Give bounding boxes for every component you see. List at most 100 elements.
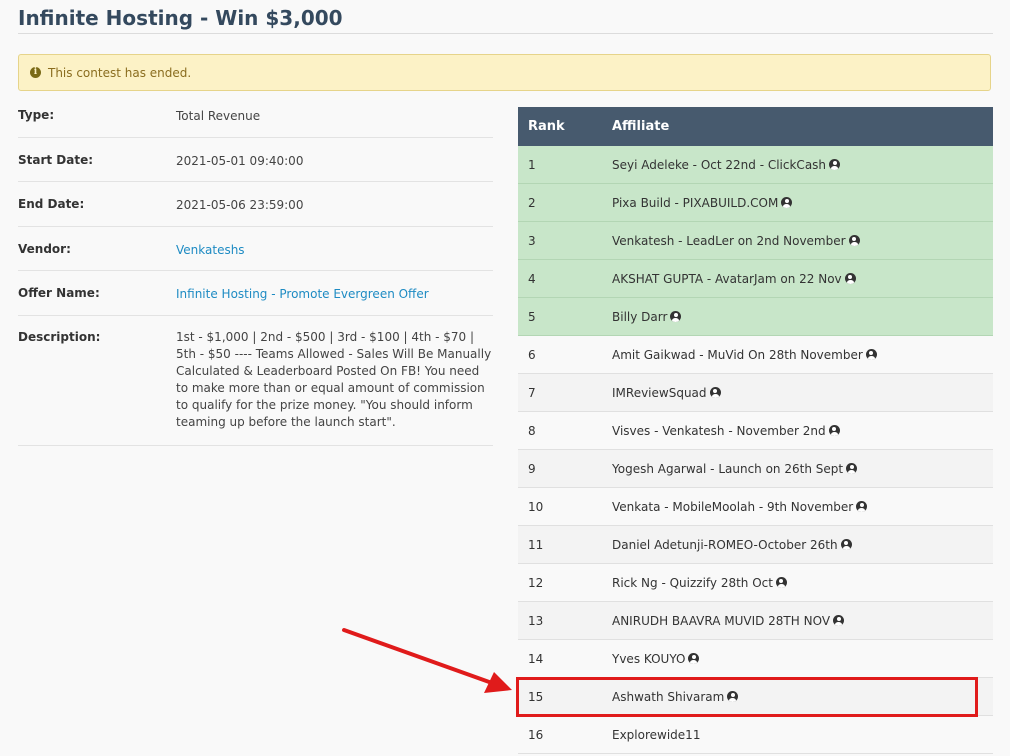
vendor-link[interactable]: Venkateshs bbox=[176, 243, 245, 257]
rank-cell: 7 bbox=[518, 373, 612, 412]
rank-cell: 16 bbox=[518, 715, 612, 754]
affiliate-name: Billy Darr bbox=[612, 309, 668, 324]
user-icon[interactable] bbox=[829, 158, 841, 170]
table-row: 4 AKSHAT GUPTA - AvatarJam on 22 Nov bbox=[518, 259, 993, 298]
user-icon[interactable] bbox=[865, 348, 877, 360]
affiliate-name: Visves - Venkatesh - November 2nd bbox=[612, 423, 826, 438]
user-icon[interactable] bbox=[846, 462, 858, 474]
affiliate-name: Pixa Build - PIXABUILD.COM bbox=[612, 195, 779, 210]
user-icon[interactable] bbox=[833, 614, 845, 626]
detail-value: Infinite Hosting - Promote Evergreen Off… bbox=[176, 271, 493, 315]
user-icon[interactable] bbox=[856, 500, 868, 512]
detail-label: End Date: bbox=[18, 197, 85, 211]
table-row: 2 Pixa Build - PIXABUILD.COM bbox=[518, 183, 993, 222]
table-row: 11 Daniel Adetunji-ROMEO-October 26th bbox=[518, 525, 993, 564]
rank-cell: 8 bbox=[518, 411, 612, 450]
detail-label: Type: bbox=[18, 108, 55, 122]
table-row: 16 Explorewide11 bbox=[518, 715, 993, 754]
detail-start-date: Start Date: 2021-05-01 09:40:00 bbox=[18, 138, 493, 182]
contest-details: Type: Total Revenue Start Date: 2021-05-… bbox=[18, 93, 493, 446]
affiliate-cell: Seyi Adeleke - Oct 22nd - ClickCash bbox=[612, 146, 993, 184]
affiliate-name: Daniel Adetunji-ROMEO-October 26th bbox=[612, 537, 838, 552]
table-row: 12 Rick Ng - Quizzify 28th Oct bbox=[518, 563, 993, 602]
detail-vendor: Vendor: Venkateshs bbox=[18, 227, 493, 271]
leaderboard-table: Rank Affiliate 1 Seyi Adeleke - Oct 22nd … bbox=[518, 107, 993, 754]
affiliate-name: Amit Gaikwad - MuVid On 28th November bbox=[612, 347, 863, 362]
affiliate-cell: Daniel Adetunji-ROMEO-October 26th bbox=[612, 525, 993, 564]
affiliate-name: Venkata - MobileMoolah - 9th November bbox=[612, 499, 854, 514]
table-row: 10 Venkata - MobileMoolah - 9th November bbox=[518, 487, 993, 526]
table-row: 14 Yves KOUYO bbox=[518, 639, 993, 678]
alert-text: This contest has ended. bbox=[48, 65, 192, 80]
rank-cell: 4 bbox=[518, 259, 612, 298]
affiliate-cell: Visves - Venkatesh - November 2nd bbox=[612, 411, 993, 450]
leaderboard-body: 1 Seyi Adeleke - Oct 22nd - ClickCash 2 Pix… bbox=[518, 146, 993, 754]
user-icon[interactable] bbox=[709, 386, 721, 398]
rank-cell: 10 bbox=[518, 487, 612, 526]
user-icon[interactable] bbox=[781, 196, 793, 208]
affiliate-cell: IMReviewSquad bbox=[612, 373, 993, 412]
detail-value: 2021-05-01 09:40:00 bbox=[176, 153, 304, 168]
affiliate-cell: ANIRUDH BAAVRA MUVID 28TH NOV bbox=[612, 601, 993, 640]
detail-value: Venkateshs bbox=[176, 227, 493, 271]
user-icon[interactable] bbox=[775, 576, 787, 588]
rank-column-header: Rank bbox=[518, 107, 612, 146]
affiliate-cell: AKSHAT GUPTA - AvatarJam on 22 Nov bbox=[612, 259, 993, 298]
affiliate-name: ANIRUDH BAAVRA MUVID 28TH NOV bbox=[612, 613, 831, 628]
detail-label: Offer Name: bbox=[18, 286, 100, 300]
rank-cell: 13 bbox=[518, 601, 612, 640]
rank-cell: 12 bbox=[518, 563, 612, 602]
offer-link[interactable]: Infinite Hosting - Promote Evergreen Off… bbox=[176, 287, 429, 301]
affiliate-cell: Rick Ng - Quizzify 28th Oct bbox=[612, 563, 993, 602]
affiliate-cell: Venkatesh - LeadLer on 2nd November bbox=[612, 221, 993, 260]
highlight-annotation-box bbox=[516, 677, 978, 717]
rank-cell: 14 bbox=[518, 639, 612, 678]
detail-value: 2021-05-06 23:59:00 bbox=[176, 198, 304, 212]
affiliate-cell: Venkata - MobileMoolah - 9th November bbox=[612, 487, 993, 526]
affiliate-name: Yogesh Agarwal - Launch on 26th Sept bbox=[612, 461, 844, 476]
affiliate-cell: Amit Gaikwad - MuVid On 28th November bbox=[612, 335, 993, 374]
user-icon[interactable] bbox=[828, 424, 840, 436]
affiliate-name: Seyi Adeleke - Oct 22nd - ClickCash bbox=[612, 157, 827, 172]
rank-cell: 3 bbox=[518, 221, 612, 260]
detail-label: Description: bbox=[18, 329, 101, 344]
rank-cell: 9 bbox=[518, 449, 612, 488]
user-icon[interactable] bbox=[848, 234, 860, 246]
affiliate-cell: Explorewide11 bbox=[612, 715, 993, 754]
rank-cell: 11 bbox=[518, 525, 612, 564]
affiliate-cell: Pixa Build - PIXABUILD.COM bbox=[612, 183, 993, 222]
detail-description: Description: 1st - $1,000 | 2nd - $500 |… bbox=[18, 316, 493, 446]
user-icon[interactable] bbox=[688, 652, 700, 664]
affiliate-name: Rick Ng - Quizzify 28th Oct bbox=[612, 575, 773, 590]
detail-type: Type: Total Revenue bbox=[18, 93, 493, 138]
affiliate-cell: Yogesh Agarwal - Launch on 26th Sept bbox=[612, 449, 993, 488]
user-icon[interactable] bbox=[670, 310, 682, 322]
rank-cell: 2 bbox=[518, 183, 612, 222]
affiliate-cell: Billy Darr bbox=[612, 297, 993, 336]
affiliate-name: IMReviewSquad bbox=[612, 385, 707, 400]
rank-cell: 5 bbox=[518, 297, 612, 336]
table-row: 7 IMReviewSquad bbox=[518, 373, 993, 412]
rank-cell: 6 bbox=[518, 335, 612, 374]
user-icon[interactable] bbox=[840, 538, 852, 550]
title-divider bbox=[18, 33, 993, 34]
detail-label: Start Date: bbox=[18, 152, 94, 167]
detail-offer-name: Offer Name: Infinite Hosting - Promote E… bbox=[18, 271, 493, 316]
table-row: 6 Amit Gaikwad - MuVid On 28th November bbox=[518, 335, 993, 374]
table-row: 5 Billy Darr bbox=[518, 297, 993, 336]
affiliate-name: Yves KOUYO bbox=[612, 651, 686, 666]
leaderboard-header: Rank Affiliate bbox=[518, 107, 993, 146]
detail-value: Total Revenue bbox=[176, 109, 261, 123]
user-icon[interactable] bbox=[844, 272, 856, 284]
rank-cell: 1 bbox=[518, 146, 612, 184]
detail-end-date: End Date: 2021-05-06 23:59:00 bbox=[18, 182, 493, 227]
info-icon: i bbox=[30, 67, 41, 78]
affiliate-cell: Yves KOUYO bbox=[612, 639, 993, 678]
affiliate-name: Venkatesh - LeadLer on 2nd November bbox=[612, 233, 846, 248]
table-row: 8 Visves - Venkatesh - November 2nd bbox=[518, 411, 993, 450]
table-row: 3 Venkatesh - LeadLer on 2nd November bbox=[518, 221, 993, 260]
detail-label: Vendor: bbox=[18, 241, 71, 256]
table-row: 9 Yogesh Agarwal - Launch on 26th Sept bbox=[518, 449, 993, 488]
page-title: Infinite Hosting - Win $3,000 bbox=[18, 6, 343, 30]
table-row: 1 Seyi Adeleke - Oct 22nd - ClickCash bbox=[518, 146, 993, 184]
